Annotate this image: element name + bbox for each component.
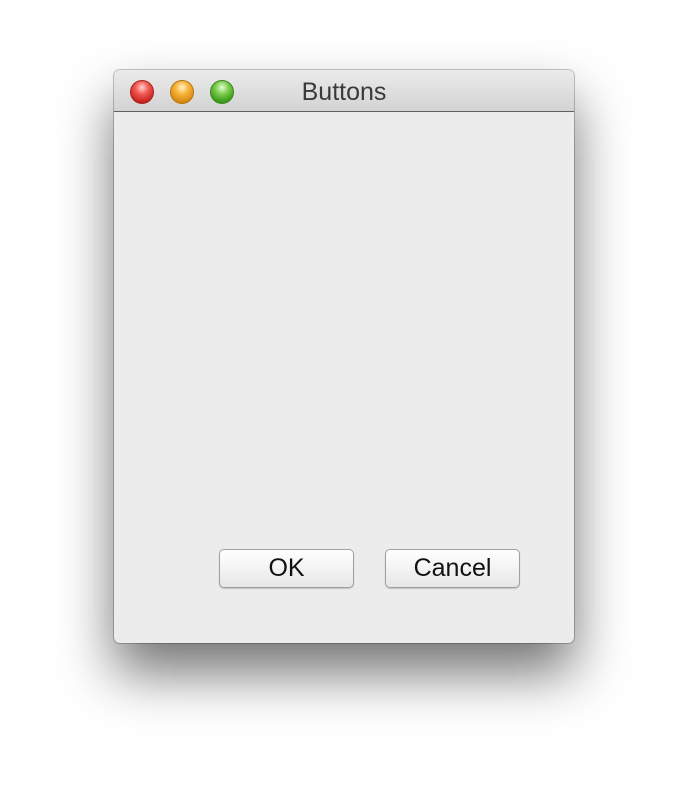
buttons-window: Buttons OK Cancel bbox=[114, 70, 574, 643]
ok-button[interactable]: OK bbox=[219, 549, 354, 588]
window-title: Buttons bbox=[301, 78, 387, 106]
title-bar[interactable]: Buttons bbox=[114, 70, 574, 112]
cancel-button[interactable]: Cancel bbox=[385, 549, 520, 588]
